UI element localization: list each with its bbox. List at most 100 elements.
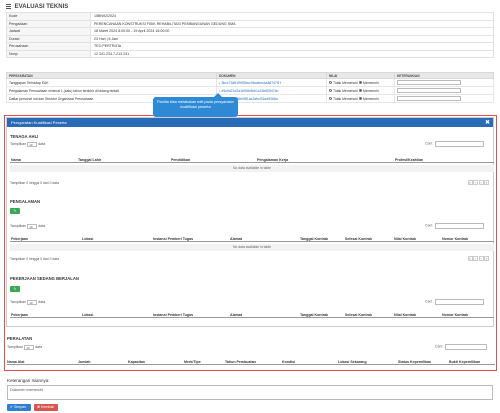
column-header[interactable]: Instansi Pemberi Tugas bbox=[153, 313, 193, 317]
back-button[interactable]: ✖ Kembali bbox=[34, 404, 58, 411]
pagination: «‹ ›» bbox=[467, 256, 489, 261]
length-label: Tampilkan bbox=[10, 224, 27, 229]
column-header[interactable]: Kondisi bbox=[282, 360, 295, 364]
column-header[interactable]: Nomor Kontrak bbox=[442, 237, 468, 241]
column-header[interactable]: Lokasi bbox=[82, 237, 93, 241]
column-header[interactable]: Nilai Kontrak bbox=[394, 237, 416, 241]
column-header[interactable]: Lokasi bbox=[82, 313, 93, 317]
column-header[interactable]: Nomor Kontrak bbox=[442, 313, 468, 317]
info-value: 23 Hari | 8 Jam bbox=[90, 34, 494, 43]
info-row: Nonp 12.341.234.7-213.241 bbox=[6, 49, 494, 58]
pager-last-icon[interactable]: » bbox=[484, 256, 489, 261]
radio-memenuhi[interactable] bbox=[358, 81, 362, 85]
info-key: Pengadaan bbox=[6, 19, 91, 28]
column-header[interactable]: Instansi Pemberi Tugas bbox=[153, 237, 193, 241]
length-select[interactable]: 10 bbox=[24, 345, 35, 350]
radio-tidak-memenuhi[interactable] bbox=[329, 89, 332, 93]
search-input[interactable] bbox=[434, 223, 484, 229]
search-input[interactable] bbox=[434, 299, 484, 305]
info-row: Durasi 23 Hari | 8 Jam bbox=[6, 34, 494, 43]
info-value: 12.341.234.7-213.241 bbox=[90, 49, 494, 58]
pager-next-icon[interactable]: › bbox=[478, 180, 484, 185]
search-input[interactable] bbox=[434, 141, 484, 147]
column-header[interactable]: Status Kepemilikan bbox=[398, 360, 431, 364]
column-header[interactable]: Lokasi Sekarang bbox=[338, 360, 367, 364]
length-control: Tampilkan 10 data bbox=[10, 224, 45, 229]
keterangan-input[interactable] bbox=[397, 96, 461, 101]
radio-tidak-memenuhi[interactable] bbox=[329, 97, 332, 101]
req-row: Daftar personel inti dan Struktur Organi… bbox=[6, 94, 494, 103]
keterangan-input[interactable] bbox=[397, 88, 461, 93]
empty-table-row: No data available in table bbox=[10, 244, 494, 251]
length-suffix: data bbox=[38, 224, 46, 229]
search-control: Cari: bbox=[425, 223, 484, 229]
column-header[interactable]: Nama Alat bbox=[7, 360, 24, 364]
column-header[interactable]: Pekerjaan bbox=[11, 237, 28, 241]
keterangan-input[interactable] bbox=[397, 80, 461, 85]
req-document-link[interactable]: ⤓ e9c9d21d2a1b90fc9bb1c24b6f3f474b bbox=[216, 86, 327, 95]
pager-last-icon[interactable]: » bbox=[484, 180, 489, 185]
column-header[interactable]: Jumlah bbox=[78, 360, 91, 364]
pager-next-icon[interactable]: › bbox=[478, 256, 484, 261]
pager-first-icon[interactable]: « bbox=[467, 180, 473, 185]
column-header[interactable]: Tanggal Kontrak bbox=[300, 237, 328, 241]
length-suffix: data bbox=[38, 142, 46, 147]
radio-tidak-memenuhi[interactable] bbox=[329, 81, 332, 85]
add-pekerjaan-button[interactable]: ✎ bbox=[10, 286, 20, 292]
length-control: Tampilkan 10 data bbox=[10, 300, 45, 305]
section-title: PERALATAN bbox=[7, 336, 33, 341]
search-label: Cari: bbox=[425, 299, 433, 304]
req-document-link[interactable]: ⤓ 3bcc73d61f99f3bcc0bcabec4a86747f1f bbox=[216, 78, 327, 87]
req-keterangan bbox=[394, 86, 494, 95]
table-header-row: Nama Tanggal Lahir Pendidikan Pengalaman… bbox=[10, 156, 494, 163]
length-select[interactable]: 10 bbox=[27, 142, 38, 147]
length-select[interactable]: 10 bbox=[27, 224, 38, 229]
column-header[interactable]: Alamat bbox=[230, 313, 242, 317]
column-header[interactable]: Merk/Tipe bbox=[184, 360, 201, 364]
radio-label: Memenuhi bbox=[362, 96, 379, 101]
radio-label: Tidak Memenuhi bbox=[333, 88, 358, 93]
info-key: Kode bbox=[6, 12, 91, 21]
table-info: Tampilkan 0 hingga 0 dari 0 data bbox=[10, 181, 60, 185]
radio-memenuhi[interactable] bbox=[358, 89, 362, 93]
column-header[interactable]: Bukti Kepemilikan bbox=[449, 360, 480, 364]
table-header-row: Pekerjaan Lokasi Instansi Pemberi Tugas … bbox=[10, 235, 494, 242]
column-header[interactable]: Tahun Pembuatan bbox=[225, 360, 256, 364]
search-label: Cari: bbox=[435, 344, 443, 349]
search-input[interactable] bbox=[444, 344, 487, 350]
info-row: Pengadaan PERENCANAAN KONSTRUKSI FISIK RE… bbox=[6, 19, 494, 28]
save-button[interactable]: ✔ Simpan bbox=[7, 404, 31, 411]
column-header[interactable]: Nilai Kontrak bbox=[394, 313, 416, 317]
column-header[interactable]: Nama bbox=[11, 158, 21, 162]
column-header[interactable]: Selesai Kontrak bbox=[345, 313, 372, 317]
table-header-row: Nama Alat Jumlah Kapasitas Merk/Tipe Tah… bbox=[7, 358, 495, 365]
column-header[interactable]: Kapasitas bbox=[128, 360, 145, 364]
menu-bars-icon bbox=[6, 3, 11, 10]
length-suffix: data bbox=[38, 300, 46, 305]
column-header[interactable]: Selesai Kontrak bbox=[345, 237, 372, 241]
pager-prev-icon[interactable]: ‹ bbox=[473, 256, 478, 261]
column-header[interactable]: Profesi/Keahlian bbox=[395, 158, 423, 162]
pager-first-icon[interactable]: « bbox=[467, 256, 473, 261]
req-persyaratan: Tanggapan Terhadap KAK bbox=[6, 78, 217, 87]
keterangan-textarea[interactable]: Dokumen memenuhi bbox=[7, 385, 493, 400]
info-value: 18 Maret 2024 8:00:00 - 19 April 2024 16… bbox=[90, 27, 494, 36]
length-select[interactable]: 10 bbox=[27, 300, 38, 305]
column-header[interactable]: Tanggal Lahir bbox=[78, 158, 101, 162]
req-row: Pengalaman Perusahaan minimal 1 (satu) t… bbox=[6, 86, 494, 95]
column-header[interactable]: Pekerjaan bbox=[11, 313, 28, 317]
radio-memenuhi[interactable] bbox=[358, 97, 362, 101]
modal-header: Persyaratan Kualifikasi Peserta ✖ bbox=[7, 118, 493, 127]
column-header[interactable]: Tanggal Kontrak bbox=[300, 313, 328, 317]
add-icon: ✎ bbox=[13, 287, 17, 291]
column-header[interactable]: Pengalaman Kerja bbox=[257, 158, 288, 162]
requirements-table: PERSYARATAN DOKUMEN NILAI KETERANGAN Tan… bbox=[6, 72, 494, 103]
column-header[interactable]: Alamat bbox=[230, 237, 242, 241]
section-title: TENAGA AHLI bbox=[10, 134, 39, 139]
column-header[interactable]: Pendidikan bbox=[171, 158, 190, 162]
req-row: Tanggapan Terhadap KAK ⤓ 3bcc73d61f99f3b… bbox=[6, 78, 494, 87]
add-pengalaman-button[interactable]: ✎ bbox=[10, 208, 20, 214]
length-control: Tampilkan 10 data bbox=[7, 345, 42, 350]
pager-prev-icon[interactable]: ‹ bbox=[473, 180, 478, 185]
close-icon[interactable]: ✖ bbox=[485, 119, 490, 126]
